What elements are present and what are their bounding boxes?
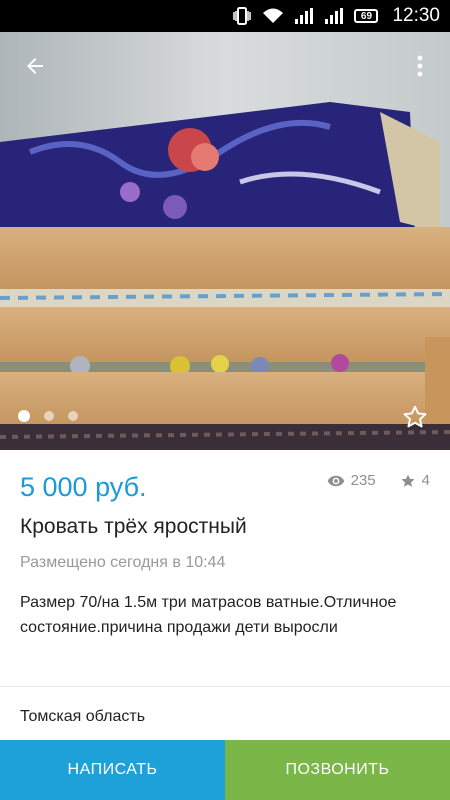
battery-icon: 69 xyxy=(354,9,379,23)
call-button[interactable]: ПОЗВОНИТЬ xyxy=(225,740,450,800)
more-vert-icon xyxy=(417,55,423,77)
listing-stats: 235 4 xyxy=(327,472,430,489)
write-message-button[interactable]: НАПИСАТЬ xyxy=(0,740,225,800)
arrow-left-icon xyxy=(27,58,43,74)
signal-icon xyxy=(294,7,314,25)
posted-date: Размещено сегодня в 10:44 xyxy=(20,554,226,571)
gallery-indicator xyxy=(18,410,78,422)
listing-title: Кровать трёх яростный xyxy=(20,515,247,538)
back-button[interactable] xyxy=(17,48,53,84)
gallery-dot-3[interactable] xyxy=(68,411,78,421)
clock: 12:30 xyxy=(392,5,440,26)
gallery-dot-2[interactable] xyxy=(44,411,54,421)
vibrate-icon xyxy=(232,7,252,25)
battery-level: 69 xyxy=(360,10,373,22)
star-outline-icon xyxy=(403,405,427,428)
gallery-dot-1[interactable] xyxy=(18,410,30,422)
favorite-button[interactable] xyxy=(400,402,430,432)
views-count: 235 xyxy=(350,472,376,489)
status-bar: 69 12:30 xyxy=(0,0,450,32)
more-options-button[interactable] xyxy=(402,48,438,84)
listing-price: 5 000 руб. xyxy=(20,472,147,502)
star-icon xyxy=(401,474,415,487)
signal-icon-2 xyxy=(324,7,344,25)
divider xyxy=(0,686,450,687)
bed-photo-illustration xyxy=(0,32,450,450)
listing-photo[interactable] xyxy=(0,32,450,450)
listing-region: Томская область xyxy=(20,708,146,725)
listing-description: Размер 70/на 1.5м три матрасов ватные.От… xyxy=(20,594,397,636)
eye-icon xyxy=(327,475,344,486)
favorites-count: 4 xyxy=(421,472,430,489)
wifi-icon xyxy=(262,7,284,25)
